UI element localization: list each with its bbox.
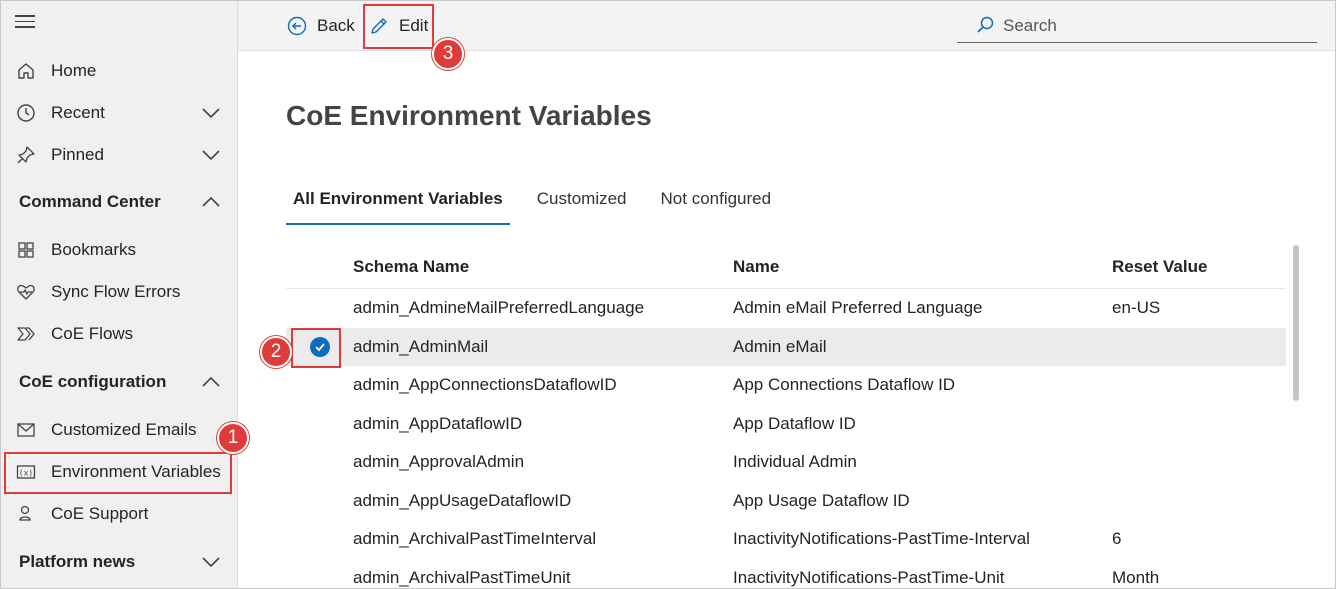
tab-not-configured[interactable]: Not configured xyxy=(654,181,779,225)
cell-name: App Usage Dataflow ID xyxy=(733,490,910,510)
callout-badge-3: 3 xyxy=(432,38,464,70)
cell-schema-name: admin_ArchivalPastTimeUnit xyxy=(353,567,571,587)
flow-icon xyxy=(15,323,37,345)
page-title: CoE Environment Variables xyxy=(286,100,652,131)
cell-reset-value: en-US xyxy=(1112,298,1161,318)
cell-name: Admin eMail Preferred Language xyxy=(733,298,983,318)
search-placeholder: Search xyxy=(1003,15,1057,35)
sidebar-item-label: Sync Flow Errors xyxy=(51,282,181,301)
clock-icon xyxy=(15,102,37,124)
sidebar-item-coe-flows[interactable]: CoE Flows xyxy=(1,314,237,354)
chevron-down-icon[interactable] xyxy=(201,146,221,164)
sidebar-item-label: CoE Support xyxy=(51,504,149,523)
cell-name: Admin eMail xyxy=(733,336,827,356)
variables-table: Schema Name Name Reset Value admin_Admin… xyxy=(286,245,1286,589)
table-row-selected[interactable]: admin_AdminMail Admin eMail xyxy=(286,327,1286,366)
cell-name: InactivityNotifications-PastTime-Interva… xyxy=(733,529,1030,549)
table-row[interactable]: admin_AppDataflowID App Dataflow ID xyxy=(286,405,1286,444)
table-row[interactable]: admin_AdmineMailPreferredLanguage Admin … xyxy=(286,289,1286,328)
callout-box-row-checkbox xyxy=(291,328,341,368)
section-label: Command Center xyxy=(19,192,161,211)
sidebar-item-label: Recent xyxy=(51,103,105,122)
cell-schema-name: admin_AdminMail xyxy=(353,336,489,356)
back-button[interactable]: Back xyxy=(286,9,355,43)
back-arrow-icon xyxy=(286,15,308,37)
callout-box-edit xyxy=(363,4,434,49)
table-row[interactable]: admin_AppConnectionsDataflowID App Conne… xyxy=(286,366,1286,405)
callout-box-environment-variables xyxy=(4,452,232,494)
sidebar-item-home[interactable]: Home xyxy=(1,51,237,91)
sidebar-item-recent[interactable]: Recent xyxy=(1,93,237,133)
tab-list: All Environment Variables Customized Not… xyxy=(286,181,798,225)
cell-schema-name: admin_ArchivalPastTimeInterval xyxy=(353,529,597,549)
home-icon xyxy=(15,60,37,82)
cell-name: App Connections Dataflow ID xyxy=(733,375,956,395)
cell-reset-value: 6 xyxy=(1112,529,1122,549)
support-icon xyxy=(15,503,37,525)
sidebar-item-label: Customized Emails xyxy=(51,420,197,439)
sidebar-item-sync-flow-errors[interactable]: Sync Flow Errors xyxy=(1,272,237,312)
cell-schema-name: admin_AppUsageDataflowID xyxy=(353,490,572,510)
cell-schema-name: admin_ApprovalAdmin xyxy=(353,452,525,472)
pin-icon xyxy=(15,144,37,166)
cell-schema-name: admin_AdmineMailPreferredLanguage xyxy=(353,298,645,318)
section-command-center[interactable]: Command Center xyxy=(1,182,237,222)
cell-name: InactivityNotifications-PastTime-Unit xyxy=(733,567,1005,587)
section-coe-configuration[interactable]: CoE configuration xyxy=(1,362,237,402)
section-platform-news[interactable]: Platform news xyxy=(1,542,237,582)
column-header-schema-name[interactable]: Schema Name xyxy=(353,257,733,277)
section-label: Platform news xyxy=(19,552,136,571)
back-label: Back xyxy=(317,16,355,35)
mail-icon xyxy=(15,419,37,441)
table-row[interactable]: admin_AppUsageDataflowID App Usage Dataf… xyxy=(286,482,1286,521)
hamburger-menu-icon[interactable] xyxy=(15,15,35,31)
tab-all-environment-variables[interactable]: All Environment Variables xyxy=(286,181,510,225)
section-label: CoE configuration xyxy=(19,372,167,391)
cell-reset-value: Month xyxy=(1112,567,1160,587)
sidebar-item-label: Pinned xyxy=(51,145,104,164)
sidebar-item-bookmarks[interactable]: Bookmarks xyxy=(1,230,237,270)
chevron-down-icon[interactable] xyxy=(201,104,221,122)
app-window: Home Recent Pinned Command Center Bookma… xyxy=(0,0,1336,589)
sidebar: Home Recent Pinned Command Center Bookma… xyxy=(1,1,238,588)
sidebar-item-customized-emails[interactable]: Customized Emails xyxy=(1,410,237,450)
heart-pulse-icon xyxy=(15,281,37,303)
cell-name: Individual Admin xyxy=(733,452,857,472)
column-header-name[interactable]: Name xyxy=(733,257,1112,277)
search-icon xyxy=(975,15,997,37)
chevron-up-icon[interactable] xyxy=(201,193,221,211)
callout-badge-1: 1 xyxy=(217,422,249,454)
cell-name: App Dataflow ID xyxy=(733,413,856,433)
sidebar-item-coe-support[interactable]: CoE Support xyxy=(1,494,237,534)
column-header-reset-value[interactable]: Reset Value xyxy=(1112,257,1286,277)
vertical-scrollbar[interactable] xyxy=(1293,245,1299,401)
search-input[interactable]: Search xyxy=(957,9,1317,43)
table-row[interactable]: admin_ArchivalPastTimeUnit InactivityNot… xyxy=(286,559,1286,589)
chevron-down-icon[interactable] xyxy=(201,553,221,571)
tab-customized[interactable]: Customized xyxy=(530,181,634,225)
sidebar-item-label: Home xyxy=(51,61,97,80)
callout-badge-2: 2 xyxy=(260,336,292,368)
sidebar-item-label: CoE Flows xyxy=(51,324,134,343)
table-header: Schema Name Name Reset Value xyxy=(286,245,1286,289)
chevron-up-icon[interactable] xyxy=(201,373,221,391)
cell-schema-name: admin_AppConnectionsDataflowID xyxy=(353,375,617,395)
cell-schema-name: admin_AppDataflowID xyxy=(353,413,523,433)
table-row[interactable]: admin_ArchivalPastTimeInterval Inactivit… xyxy=(286,520,1286,559)
table-row[interactable]: admin_ApprovalAdmin Individual Admin xyxy=(286,443,1286,482)
bookmarks-icon xyxy=(15,239,37,261)
sidebar-item-label: Bookmarks xyxy=(51,240,137,259)
sidebar-item-pinned[interactable]: Pinned xyxy=(1,135,237,175)
